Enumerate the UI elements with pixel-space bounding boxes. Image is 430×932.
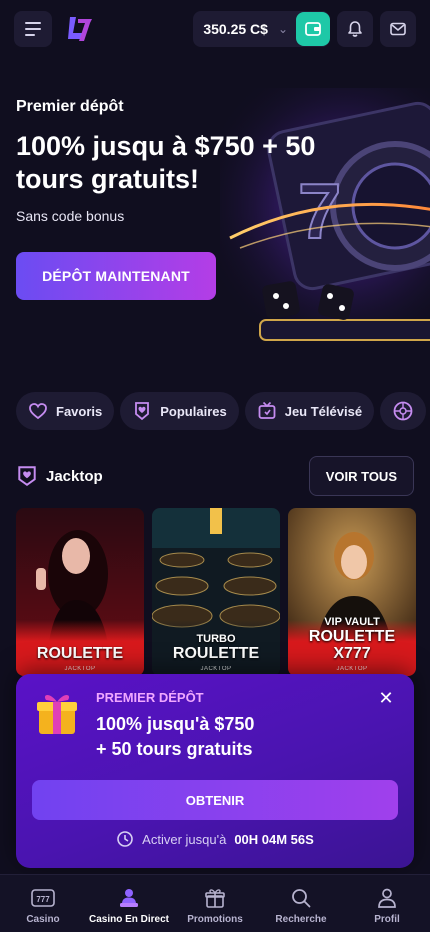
chip-label: Favoris — [56, 403, 103, 419]
clock-icon — [117, 831, 133, 847]
game-kicker: TURBO — [196, 633, 236, 645]
nav-casino[interactable]: 777 Casino — [0, 875, 86, 932]
search-icon — [292, 889, 311, 908]
close-icon[interactable]: ✕ — [378, 689, 394, 707]
popup-title-line1: 100% jusqu'à $750 — [96, 714, 255, 734]
balance-selector[interactable]: 350.25 C$ ⌄ — [193, 11, 330, 47]
notifications-button[interactable] — [337, 11, 373, 47]
game-title: ROULETTE — [16, 645, 144, 662]
hero-banner[interactable]: 7 Premier dépôt 100% jusqu à $750 + 50 t… — [0, 58, 430, 378]
countdown-label: Activer jusqu'à — [142, 831, 227, 847]
chip-jeu-televise[interactable]: Jeu Télévisé — [244, 392, 375, 430]
chip-label: Populaires — [160, 403, 227, 419]
game-name: ROULETTE — [36, 645, 124, 662]
section-title: Jacktop — [46, 467, 103, 485]
chip-roulette[interactable] — [380, 392, 427, 430]
popup-title-line2: + 50 tours gratuits — [96, 739, 253, 759]
see-all-button[interactable]: VOIR TOUS — [308, 456, 414, 496]
nav-label: Casino En Direct — [88, 914, 170, 925]
game-name: ROULETTE — [172, 645, 260, 662]
gift-icon — [205, 889, 225, 908]
heart-icon — [29, 403, 47, 420]
mail-icon — [390, 22, 406, 36]
roulette-icon — [393, 401, 413, 421]
claim-button[interactable]: OBTENIR — [32, 780, 398, 820]
category-chips: Favoris Populaires Jeu Télévisé — [16, 392, 430, 430]
chevron-down-icon: ⌄ — [277, 22, 288, 36]
nav-promotions[interactable]: Promotions — [172, 875, 258, 932]
jacktop-section-icon — [18, 466, 36, 487]
top-bar: 350.25 C$ ⌄ — [0, 0, 430, 58]
balance-amount: 350.25 C$ — [203, 21, 268, 37]
tv-icon — [258, 401, 276, 419]
game-card[interactable]: VIP VAULT ROULETTE X777 JACKTOP — [288, 508, 416, 676]
nav-search[interactable]: Recherche — [258, 875, 344, 932]
gift-box-icon — [37, 695, 77, 734]
game-carousel: ROULETTE JACKTOP TURBO ROULETTE JACKTOP — [16, 508, 430, 676]
brand-logo[interactable] — [64, 13, 96, 45]
svg-text:777: 777 — [36, 895, 50, 904]
hero-eyebrow: Premier dépôt — [16, 98, 124, 115]
game-title: TURBO ROULETTE — [152, 633, 280, 662]
chip-label: Jeu Télévisé — [284, 403, 363, 419]
menu-button[interactable] — [14, 11, 52, 47]
chip-populaires[interactable]: Populaires — [120, 392, 239, 430]
heart-shield-icon — [135, 402, 150, 421]
game-title: VIP VAULT ROULETTE X777 — [288, 616, 416, 662]
wallet-icon — [305, 22, 321, 36]
countdown-value: 00H 04M 56S — [234, 831, 314, 847]
game-provider: JACKTOP — [336, 666, 368, 672]
nav-label: Recherche — [275, 914, 327, 925]
deposit-now-button[interactable]: DÉPÔT MAINTENANT — [16, 252, 216, 300]
messages-button[interactable] — [380, 11, 416, 47]
nav-label: Promotions — [187, 914, 243, 925]
game-provider: JACKTOP — [200, 666, 232, 672]
bell-icon — [348, 21, 362, 37]
hero-title: 100% jusqu à $750 + 50 tours gratuits! — [16, 131, 316, 194]
hero-subtitle: Sans code bonus — [16, 208, 125, 224]
casino-icon: 777 — [31, 889, 55, 907]
game-card[interactable]: ROULETTE JACKTOP — [16, 508, 144, 676]
live-dealer-icon — [120, 889, 138, 907]
nav-label: Profil — [374, 914, 400, 925]
nav-profile[interactable]: Profil — [344, 875, 430, 932]
jacktop-section-header: Jacktop VOIR TOUS — [16, 456, 414, 496]
game-kicker: VIP VAULT — [324, 616, 380, 628]
game-name: ROULETTE X777 — [308, 628, 396, 662]
promo-popup: PREMIER DÉPÔT 100% jusqu'à $750 + 50 tou… — [16, 674, 414, 868]
nav-live-casino[interactable]: Casino En Direct — [86, 875, 172, 932]
countdown: Activer jusqu'à 00H 04M 56S — [16, 830, 414, 848]
bottom-navigation: 777 Casino Casino En Direct Promotions R… — [0, 874, 430, 932]
hamburger-icon — [25, 22, 41, 24]
game-provider: JACKTOP — [64, 666, 96, 672]
profile-icon — [378, 888, 396, 908]
game-card[interactable]: TURBO ROULETTE JACKTOP — [152, 508, 280, 676]
slot-machine-illustration: 7 — [220, 88, 430, 348]
popup-eyebrow: PREMIER DÉPÔT — [96, 690, 204, 705]
wallet-button[interactable] — [296, 12, 330, 46]
nav-label: Casino — [26, 914, 60, 925]
popup-title: 100% jusqu'à $750 + 50 tours gratuits — [96, 712, 254, 762]
chip-favoris[interactable]: Favoris — [16, 392, 115, 430]
